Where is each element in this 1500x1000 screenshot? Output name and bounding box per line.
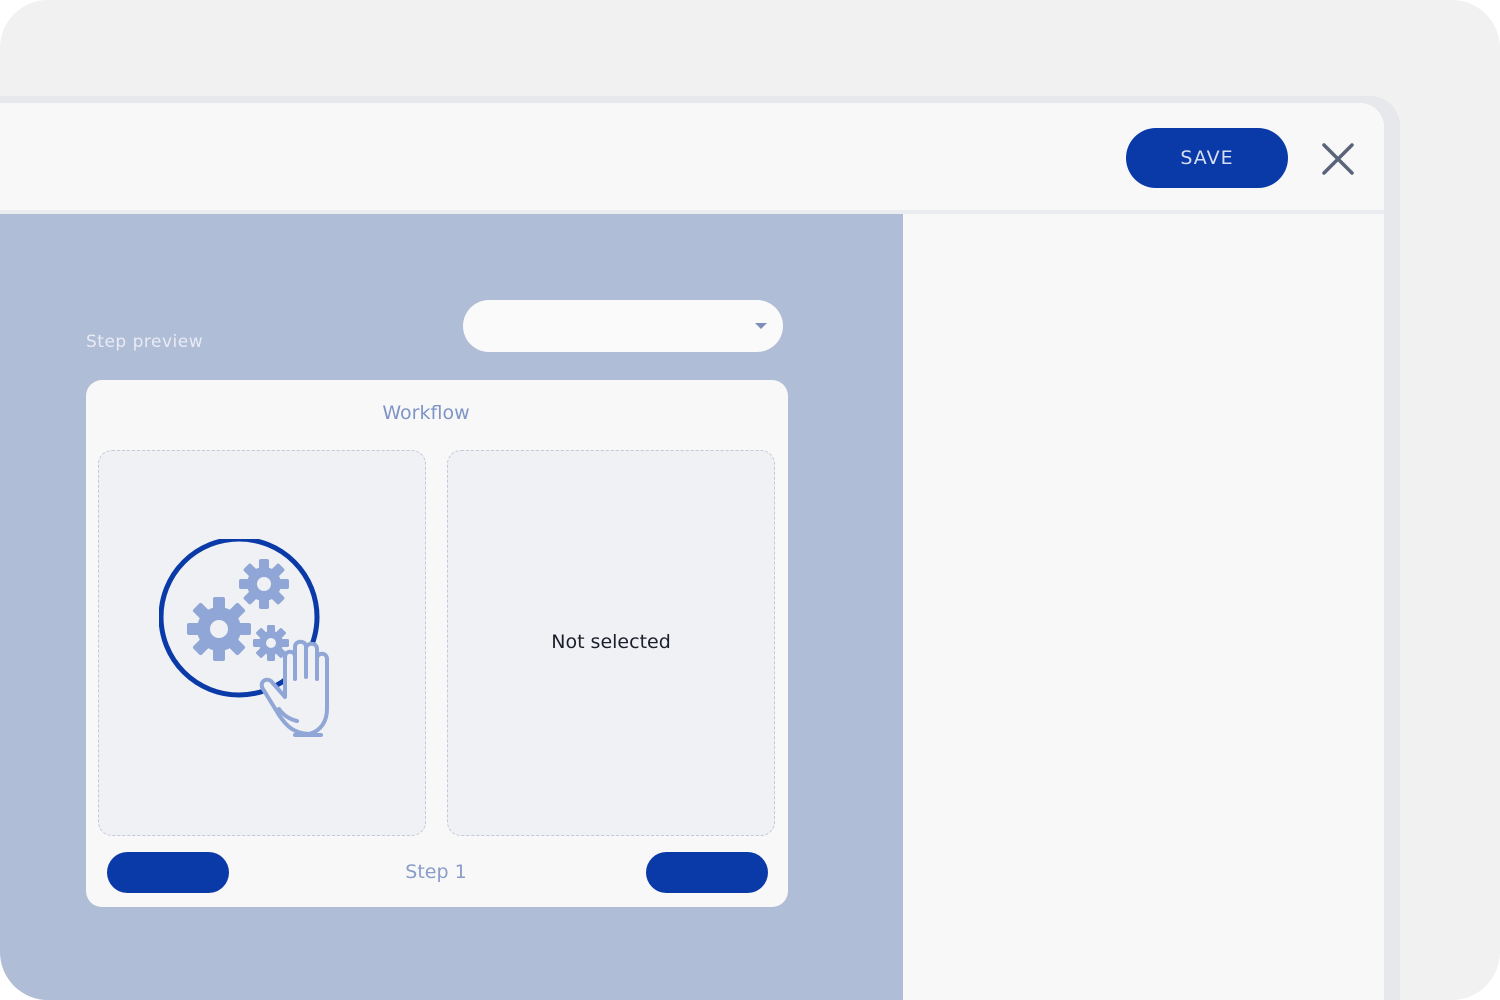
step-select[interactable] (463, 300, 783, 352)
workflow-slot-empty[interactable]: Not selected (447, 450, 775, 836)
next-step-button[interactable] (646, 852, 768, 893)
chevron-down-icon (755, 323, 767, 329)
close-button[interactable] (1316, 137, 1360, 181)
close-icon (1322, 143, 1354, 175)
step-preview-label: Step preview (86, 332, 204, 352)
workflow-gears-hand-icon (159, 539, 329, 737)
workflow-preview-card: Workflow Not selected Step 1 (86, 380, 788, 907)
editor-header: SAVE (0, 103, 1384, 214)
previous-step-button[interactable] (107, 852, 229, 893)
workflow-slot-selected[interactable] (98, 450, 426, 836)
step-indicator: Step 1 (405, 861, 467, 883)
settings-panel (903, 214, 1384, 1000)
not-selected-text: Not selected (551, 631, 671, 653)
editor-window: SAVE Step preview Workflow Not selected … (0, 103, 1384, 1000)
save-button[interactable]: SAVE (1126, 128, 1288, 188)
app-frame: SAVE Step preview Workflow Not selected … (0, 0, 1500, 1000)
card-title: Workflow (382, 402, 470, 424)
